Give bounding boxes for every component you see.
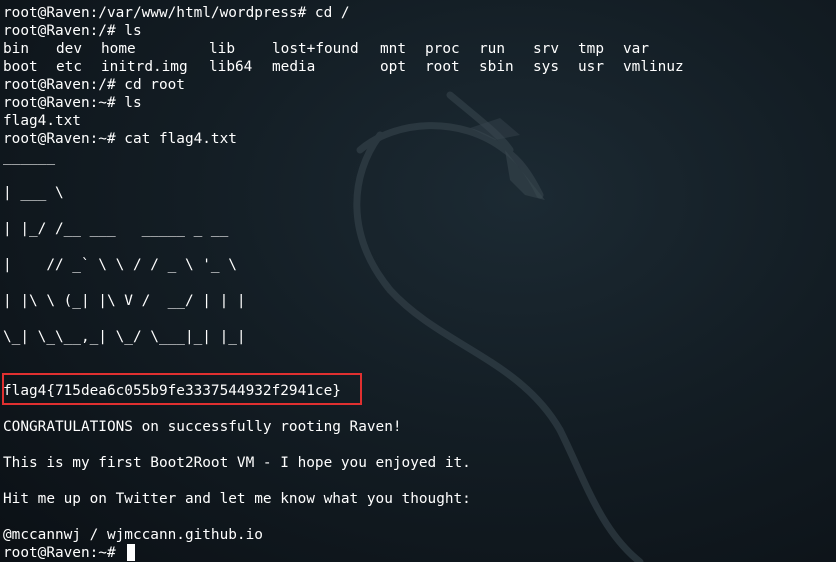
command-line-ls-home: root@Raven:~# ls [3,95,142,111]
ls-entry: lib64 [209,59,253,75]
ls-entry: mnt [380,41,406,57]
ls-entry: opt [380,59,406,75]
terminal-cursor [127,544,135,561]
ls-entry: lost+found [272,41,359,57]
ls-entry: bin [3,41,29,57]
terminal-window[interactable]: root@Raven:/var/www/html/wordpress# cd /… [3,4,833,562]
ls-entry: root [425,59,460,75]
ascii-art-line: | ___ \ [3,185,64,201]
shell-prompt[interactable]: root@Raven:~# [3,544,124,562]
ls-entry: run [479,41,505,57]
command-line-cat-flag: root@Raven:~# cat flag4.txt [3,131,237,147]
ls-output-flag-file: flag4.txt [3,113,81,129]
ls-entry: dev [56,41,82,57]
flag-highlight-box [2,373,362,405]
ascii-art-line: ______ [3,149,55,165]
congratulations-text: CONGRATULATIONS on successfully rooting … [3,419,402,435]
ls-entry: initrd.img [101,59,188,75]
ls-entry: sys [533,59,559,75]
ls-entry: lib [209,41,235,57]
ls-entry: usr [578,59,604,75]
command-line-cd-root: root@Raven:/# cd root [3,77,185,93]
first-vm-text: This is my first Boot2Root VM - I hope y… [3,455,471,471]
command-line-ls: root@Raven:/# ls [3,23,142,39]
ascii-art-line: | |\ \ (_| |\ V / __/ | | | [3,293,246,309]
ls-entry: etc [56,59,82,75]
contact-text: @mccannwj / wjmccann.github.io [3,527,263,543]
ls-entry: proc [425,41,460,57]
ls-entry: boot [3,59,38,75]
ls-entry: srv [533,41,559,57]
ls-entry: media [272,59,316,75]
ascii-art-line: | |_/ /__ ___ _____ _ __ [3,221,229,237]
ls-entry: var [623,41,649,57]
twitter-text: Hit me up on Twitter and let me know wha… [3,491,471,507]
ascii-art-line: \_| \_\__,_| \_/ \___|_| |_| [3,329,246,345]
ls-entry: home [101,41,136,57]
command-line-cd-root-dir: root@Raven:/var/www/html/wordpress# cd / [3,5,350,21]
ls-entry: sbin [479,59,514,75]
ls-entry: vmlinuz [623,59,684,75]
ls-entry: tmp [578,41,604,57]
ascii-art-line: | // _` \ \ / / _ \ '_ \ [3,257,237,273]
